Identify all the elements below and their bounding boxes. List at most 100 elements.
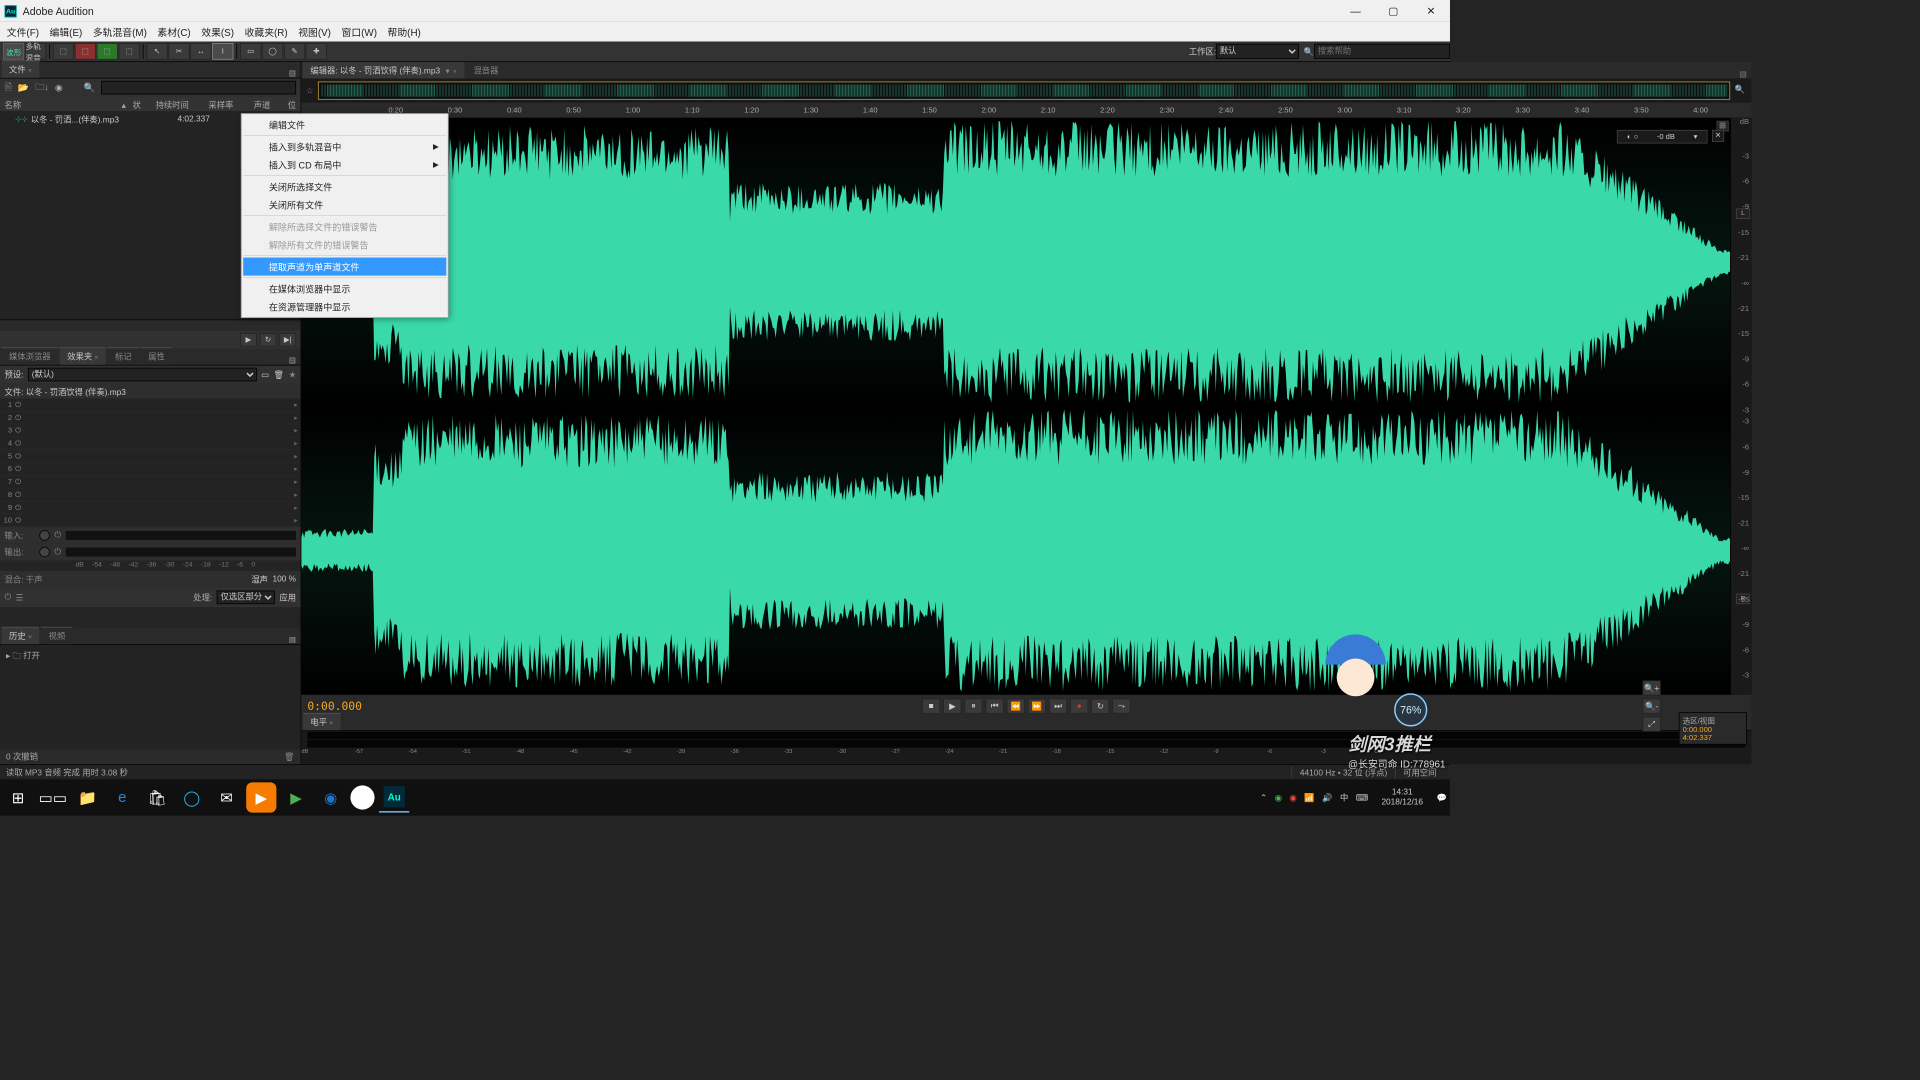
tab-mixer[interactable]: 混音器 <box>466 62 506 79</box>
preset-select[interactable]: (默认) <box>28 368 257 382</box>
fx-slot[interactable]: 7⏻▸ <box>0 476 301 489</box>
tab-media-browser[interactable]: 媒体浏览器 <box>2 347 59 364</box>
rewind-button[interactable]: ⏪ <box>1007 699 1025 714</box>
input-knob[interactable] <box>39 530 50 541</box>
fx-slot[interactable]: 4⏻▸ <box>0 437 301 450</box>
tab-video[interactable]: 视频 <box>41 627 73 644</box>
fx-slot[interactable]: 5⏻▸ <box>0 450 301 463</box>
zoom-out-button[interactable]: 🔍- <box>1643 699 1661 714</box>
output-knob[interactable] <box>39 547 50 558</box>
panel-menu-icon[interactable]: ▤ <box>289 69 296 77</box>
tool-move[interactable]: ↖ <box>147 43 168 60</box>
tab-editor[interactable]: 编辑器: 以冬 - 罚酒饮得 (伴奏).mp3 ▼ × <box>303 62 465 79</box>
goto-start-button[interactable]: ⏮ <box>986 699 1004 714</box>
status-col[interactable]: ▴ 状态 <box>117 97 151 111</box>
tool-lasso[interactable]: ◯ <box>262 43 283 60</box>
import-icon[interactable]: 🗀↓ <box>35 80 49 96</box>
taskbar-app[interactable] <box>350 785 374 809</box>
overview-waveform[interactable] <box>318 82 1730 100</box>
zoom-full-button[interactable]: ⤢ <box>1643 717 1661 732</box>
workspace-select[interactable]: 默认 <box>1216 44 1299 59</box>
history-item[interactable]: ▸ 🗀 打开 <box>6 648 294 665</box>
fx-slot[interactable]: 2⏻▸ <box>0 412 301 425</box>
fx-list-icon[interactable]: ☰ <box>16 592 23 602</box>
taskbar-edge[interactable]: e <box>107 782 137 812</box>
taskbar-browser2[interactable]: ◯ <box>177 782 207 812</box>
stop-button[interactable]: ■ <box>922 699 940 714</box>
tool-slip[interactable]: ↔ <box>190 43 211 60</box>
tool-heal[interactable]: ✚ <box>306 43 327 60</box>
menu-help[interactable]: 帮助(H) <box>382 25 426 39</box>
tab-properties[interactable]: 属性 <box>141 347 173 364</box>
waveform-left-channel[interactable] <box>301 118 1730 406</box>
tab-history[interactable]: 历史× <box>2 627 40 644</box>
context-menu-item[interactable]: 关闭所选择文件 <box>243 177 446 195</box>
timeline-ruler[interactable]: 0:200:300:400:501:001:101:201:301:401:50… <box>301 103 1751 118</box>
loop-preview-button[interactable]: ↻ <box>260 333 277 347</box>
window-maximize[interactable]: ▢ <box>1374 0 1412 22</box>
context-menu-item[interactable]: 在媒体浏览器中显示 <box>243 279 446 297</box>
tool-brush[interactable]: ✎ <box>284 43 305 60</box>
fx-slot[interactable]: 9⏻▸ <box>0 501 301 514</box>
context-menu-item[interactable]: 关闭所有文件 <box>243 196 446 214</box>
window-close[interactable]: ✕ <box>1412 0 1450 22</box>
pause-button[interactable]: ⏸ <box>964 699 982 714</box>
trash-icon[interactable]: 🗑 <box>284 752 295 762</box>
tab-levels[interactable]: 电平× <box>303 713 341 730</box>
volume-hud[interactable]: ◐ ○ -0 dB ▾ <box>1617 130 1708 144</box>
fx-slot[interactable]: 10⏻▸ <box>0 514 301 527</box>
taskbar-player[interactable]: ▶ <box>281 782 311 812</box>
taskbar-video[interactable]: ▶ <box>246 782 276 812</box>
file-search-input[interactable] <box>101 81 296 95</box>
input-power-icon[interactable]: ⏻ <box>54 531 61 541</box>
goto-end-button[interactable]: ⏭ <box>1049 699 1067 714</box>
skip-selection-button[interactable]: ⤳ <box>1112 699 1130 714</box>
menu-effects[interactable]: 效果(S) <box>196 25 239 39</box>
tool-3[interactable]: ⬚ <box>97 43 118 60</box>
tool-marquee[interactable]: ▭ <box>240 43 261 60</box>
menu-file[interactable]: 文件(F) <box>2 25 45 39</box>
record-button[interactable]: ● <box>1070 699 1088 714</box>
zoom-in-button[interactable]: 🔍+ <box>1643 680 1661 695</box>
mode-waveform[interactable]: 波形 <box>3 43 24 60</box>
menu-edit[interactable]: 编辑(E) <box>44 25 87 39</box>
taskbar-music[interactable]: ◉ <box>316 782 346 812</box>
panel-menu-icon[interactable]: ▤ <box>1740 70 1747 78</box>
tray-lang-icon[interactable]: ⌨ <box>1356 793 1368 803</box>
taskbar-store[interactable]: 🛍 <box>142 782 172 812</box>
apply-button[interactable]: 应用 <box>279 591 296 603</box>
fx-slot[interactable]: 1⏻▸ <box>0 399 301 412</box>
delete-preset-icon[interactable]: 🗑 <box>274 370 285 380</box>
menu-clip[interactable]: 素材(C) <box>152 25 196 39</box>
help-search-input[interactable] <box>1314 44 1450 59</box>
cd-icon[interactable]: ◉ <box>55 82 63 93</box>
fx-power-icon[interactable]: ⏻ <box>5 592 12 602</box>
context-menu-item[interactable]: 在资源管理器中显示 <box>243 298 446 316</box>
tool-4[interactable]: ⬚ <box>119 43 140 60</box>
context-menu-item[interactable]: 提取声道为单声道文件 <box>243 258 446 276</box>
context-menu-item[interactable]: 编辑文件 <box>243 116 446 134</box>
play-preview-button[interactable]: ▶ <box>240 333 257 347</box>
window-minimize[interactable]: — <box>1337 0 1375 22</box>
tray-clock[interactable]: 14:31 2018/12/16 <box>1375 788 1429 808</box>
tray-volume-icon[interactable]: 🔊 <box>1322 793 1332 803</box>
tray-app2-icon[interactable]: ◉ <box>1289 793 1296 803</box>
taskview-button[interactable]: ▭▭ <box>38 782 68 812</box>
menu-favorites[interactable]: 收藏夹(R) <box>239 25 293 39</box>
forward-button[interactable]: ⏩ <box>1028 699 1046 714</box>
open-file-icon[interactable]: 📂 <box>18 82 29 93</box>
tray-up-icon[interactable]: ⌃ <box>1260 793 1267 803</box>
menu-multitrack[interactable]: 多轨混音(M) <box>88 25 153 39</box>
taskbar-mail[interactable]: ✉ <box>211 782 241 812</box>
play-button[interactable]: ▶ <box>943 699 961 714</box>
tool-razor[interactable]: ✂ <box>168 43 189 60</box>
menu-view[interactable]: 视图(V) <box>293 25 336 39</box>
taskbar-explorer[interactable]: 📁 <box>72 782 102 812</box>
tab-markers[interactable]: 标记 <box>107 347 139 364</box>
tray-app1-icon[interactable]: ◉ <box>1275 793 1282 803</box>
mode-multitrack[interactable]: 多轨混音 <box>25 43 46 60</box>
fx-slot[interactable]: 6⏻▸ <box>0 463 301 476</box>
menu-window[interactable]: 窗口(W) <box>336 25 382 39</box>
context-menu-item[interactable]: 插入到多轨混音中▶ <box>243 137 446 155</box>
autoplay-button[interactable]: ▶| <box>279 333 296 347</box>
